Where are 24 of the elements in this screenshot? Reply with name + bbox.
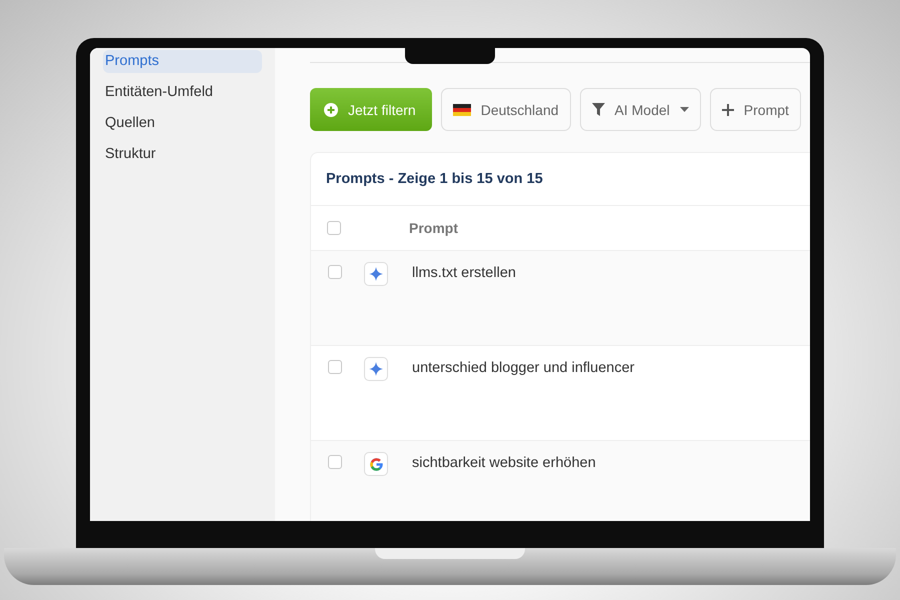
row-checkbox[interactable] (328, 455, 342, 469)
select-all-checkbox[interactable] (327, 221, 341, 235)
plus-circle-icon (324, 102, 338, 116)
column-header: Prompt (409, 220, 458, 236)
google-g-icon (364, 452, 388, 476)
model-dropdown[interactable]: AI Model (580, 88, 701, 131)
row-checkbox[interactable] (328, 265, 342, 279)
sparkle-icon (364, 262, 388, 286)
sidebar-item[interactable]: Struktur (103, 143, 262, 166)
filter-icon (592, 103, 605, 116)
country-button[interactable]: Deutschland (440, 88, 571, 131)
table-cell: unterschied blogger und influencer (412, 360, 634, 376)
sidebar-item[interactable]: Quellen (103, 112, 262, 135)
table-cell: sichtbarkeit website erhöhen (412, 455, 596, 471)
table-title: Prompts - Zeige 1 bis 15 von 15 (311, 153, 810, 206)
sparkle-icon (364, 357, 388, 381)
plus-icon (722, 104, 734, 116)
row-checkbox[interactable] (328, 360, 342, 374)
sidebar-item[interactable]: Entitäten-Umfeld (103, 81, 262, 104)
table-cell: llms.txt erstellen (412, 265, 516, 281)
german-flag-icon (452, 104, 471, 116)
add-prompt-button[interactable]: Prompt (710, 88, 801, 131)
sidebar-item[interactable]: Prompts (103, 50, 262, 73)
caret-icon (680, 107, 689, 112)
